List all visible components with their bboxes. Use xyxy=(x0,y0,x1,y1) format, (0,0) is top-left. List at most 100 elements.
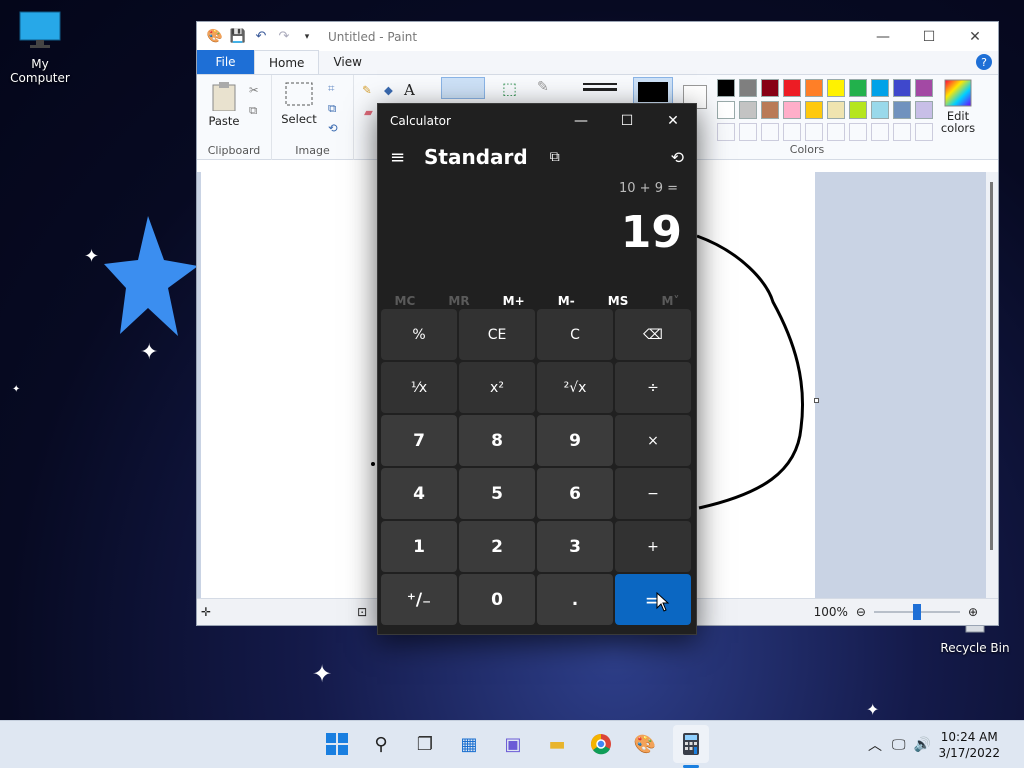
backspace-button[interactable]: ⌫ xyxy=(615,309,691,360)
keep-on-top-icon[interactable]: ⧉ xyxy=(550,149,560,165)
palette-custom-swatch[interactable] xyxy=(893,123,911,141)
palette-color-swatch[interactable] xyxy=(761,101,779,119)
canvas-resize-handle[interactable] xyxy=(814,398,819,403)
select-button[interactable]: Select xyxy=(280,81,318,126)
show-hidden-icons-icon[interactable]: ︿ xyxy=(868,735,882,755)
cut-icon[interactable]: ✂ xyxy=(249,83,259,97)
negate-button[interactable]: ⁺∕₋ xyxy=(381,574,457,625)
minimize-button[interactable]: — xyxy=(860,22,906,51)
percent-button[interactable]: % xyxy=(381,309,457,360)
clear-entry-button[interactable]: CE xyxy=(459,309,535,360)
text-icon[interactable]: A xyxy=(404,81,415,99)
add-button[interactable]: + xyxy=(615,521,691,572)
multiply-button[interactable]: × xyxy=(615,415,691,466)
zoom-out-button[interactable]: ⊖ xyxy=(856,605,866,619)
palette-custom-swatch[interactable] xyxy=(739,123,757,141)
memory-clear-button[interactable]: MC xyxy=(395,294,416,308)
save-icon[interactable]: 💾 xyxy=(228,27,248,47)
palette-color-swatch[interactable] xyxy=(915,79,933,97)
palette-color-swatch[interactable] xyxy=(739,79,757,97)
palette-color-swatch[interactable] xyxy=(783,101,801,119)
equals-button[interactable]: = xyxy=(615,574,691,625)
clear-button[interactable]: C xyxy=(537,309,613,360)
zoom-slider-thumb[interactable] xyxy=(912,604,921,620)
digit-4-button[interactable]: 4 xyxy=(381,468,457,519)
taskbar-clock[interactable]: 10:24 AM 3/17/2022 xyxy=(938,729,1000,761)
digit-2-button[interactable]: 2 xyxy=(459,521,535,572)
eraser-icon[interactable]: ▰ xyxy=(364,105,373,119)
palette-color-swatch[interactable] xyxy=(849,101,867,119)
maximize-button[interactable]: ☐ xyxy=(906,22,952,51)
palette-color-swatch[interactable] xyxy=(915,101,933,119)
help-icon[interactable]: ? xyxy=(976,54,992,70)
close-button[interactable]: ✕ xyxy=(952,22,998,51)
palette-color-swatch[interactable] xyxy=(805,79,823,97)
subtract-button[interactable]: − xyxy=(615,468,691,519)
undo-icon[interactable]: ↶ xyxy=(251,27,271,47)
calculator-minimize-button[interactable]: — xyxy=(558,104,604,137)
palette-color-swatch[interactable] xyxy=(739,101,757,119)
zoom-slider[interactable] xyxy=(873,604,960,620)
paste-button[interactable]: Paste xyxy=(205,81,243,128)
palette-custom-swatch[interactable] xyxy=(827,123,845,141)
decimal-button[interactable]: . xyxy=(537,574,613,625)
palette-color-swatch[interactable] xyxy=(849,79,867,97)
pencil-icon[interactable]: ✎ xyxy=(362,83,372,97)
palette-color-swatch[interactable] xyxy=(761,79,779,97)
memory-store-button[interactable]: MS xyxy=(608,294,629,308)
reciprocal-button[interactable]: ⅟x xyxy=(381,362,457,413)
calculator-taskbar-icon[interactable] xyxy=(673,725,709,763)
palette-color-swatch[interactable] xyxy=(717,79,735,97)
palette-color-swatch[interactable] xyxy=(827,79,845,97)
digit-3-button[interactable]: 3 xyxy=(537,521,613,572)
outline-icon[interactable]: ✎ xyxy=(537,79,561,99)
task-view-icon[interactable]: ❐ xyxy=(411,730,439,758)
size-button[interactable] xyxy=(583,79,617,99)
palette-custom-swatch[interactable] xyxy=(761,123,779,141)
palette-custom-swatch[interactable] xyxy=(915,123,933,141)
divide-button[interactable]: ÷ xyxy=(615,362,691,413)
rotate-icon[interactable]: ⟲ xyxy=(328,121,338,135)
widgets-icon[interactable]: ▦ xyxy=(455,730,483,758)
desktop-icon-my-computer[interactable]: My Computer xyxy=(0,10,80,85)
palette-custom-swatch[interactable] xyxy=(783,123,801,141)
palette-color-swatch[interactable] xyxy=(893,101,911,119)
paint-taskbar-icon[interactable]: 🎨 xyxy=(631,730,659,758)
chrome-icon[interactable] xyxy=(587,730,615,758)
memory-list-button[interactable]: M˅ xyxy=(661,294,679,308)
digit-9-button[interactable]: 9 xyxy=(537,415,613,466)
fill-icon[interactable]: ◆ xyxy=(384,83,393,97)
tab-home[interactable]: Home xyxy=(254,50,320,74)
palette-color-swatch[interactable] xyxy=(717,101,735,119)
hamburger-menu-icon[interactable]: ≡ xyxy=(390,147,416,168)
resize-icon[interactable]: ⧉ xyxy=(328,101,336,116)
palette-custom-swatch[interactable] xyxy=(805,123,823,141)
digit-0-button[interactable]: 0 xyxy=(459,574,535,625)
zoom-in-button[interactable]: ⊕ xyxy=(968,605,978,619)
palette-color-swatch[interactable] xyxy=(783,79,801,97)
redo-icon[interactable]: ↷ xyxy=(274,27,294,47)
shapes-button[interactable]: ⬚ xyxy=(502,79,532,99)
digit-1-button[interactable]: 1 xyxy=(381,521,457,572)
palette-color-swatch[interactable] xyxy=(871,101,889,119)
square-button[interactable]: x² xyxy=(459,362,535,413)
square-root-button[interactable]: ²√x xyxy=(537,362,613,413)
vertical-scrollbar-thumb[interactable] xyxy=(990,182,993,550)
tab-file[interactable]: File xyxy=(197,50,254,74)
edit-colors-button[interactable]: Edit colors xyxy=(939,79,977,134)
calculator-maximize-button[interactable]: ☐ xyxy=(604,104,650,137)
crop-icon[interactable]: ⌗ xyxy=(328,81,334,96)
palette-custom-swatch[interactable] xyxy=(849,123,867,141)
memory-recall-button[interactable]: MR xyxy=(448,294,469,308)
memory-add-button[interactable]: M+ xyxy=(503,294,525,308)
digit-5-button[interactable]: 5 xyxy=(459,468,535,519)
history-icon[interactable]: ⟲ xyxy=(671,148,684,167)
search-icon[interactable]: ⚲ xyxy=(367,730,395,758)
chat-icon[interactable]: ▣ xyxy=(499,730,527,758)
digit-8-button[interactable]: 8 xyxy=(459,415,535,466)
file-explorer-icon[interactable]: ▬ xyxy=(543,730,571,758)
start-button[interactable] xyxy=(323,730,351,758)
palette-color-swatch[interactable] xyxy=(805,101,823,119)
copy-icon[interactable]: ⧉ xyxy=(249,103,257,118)
digit-7-button[interactable]: 7 xyxy=(381,415,457,466)
